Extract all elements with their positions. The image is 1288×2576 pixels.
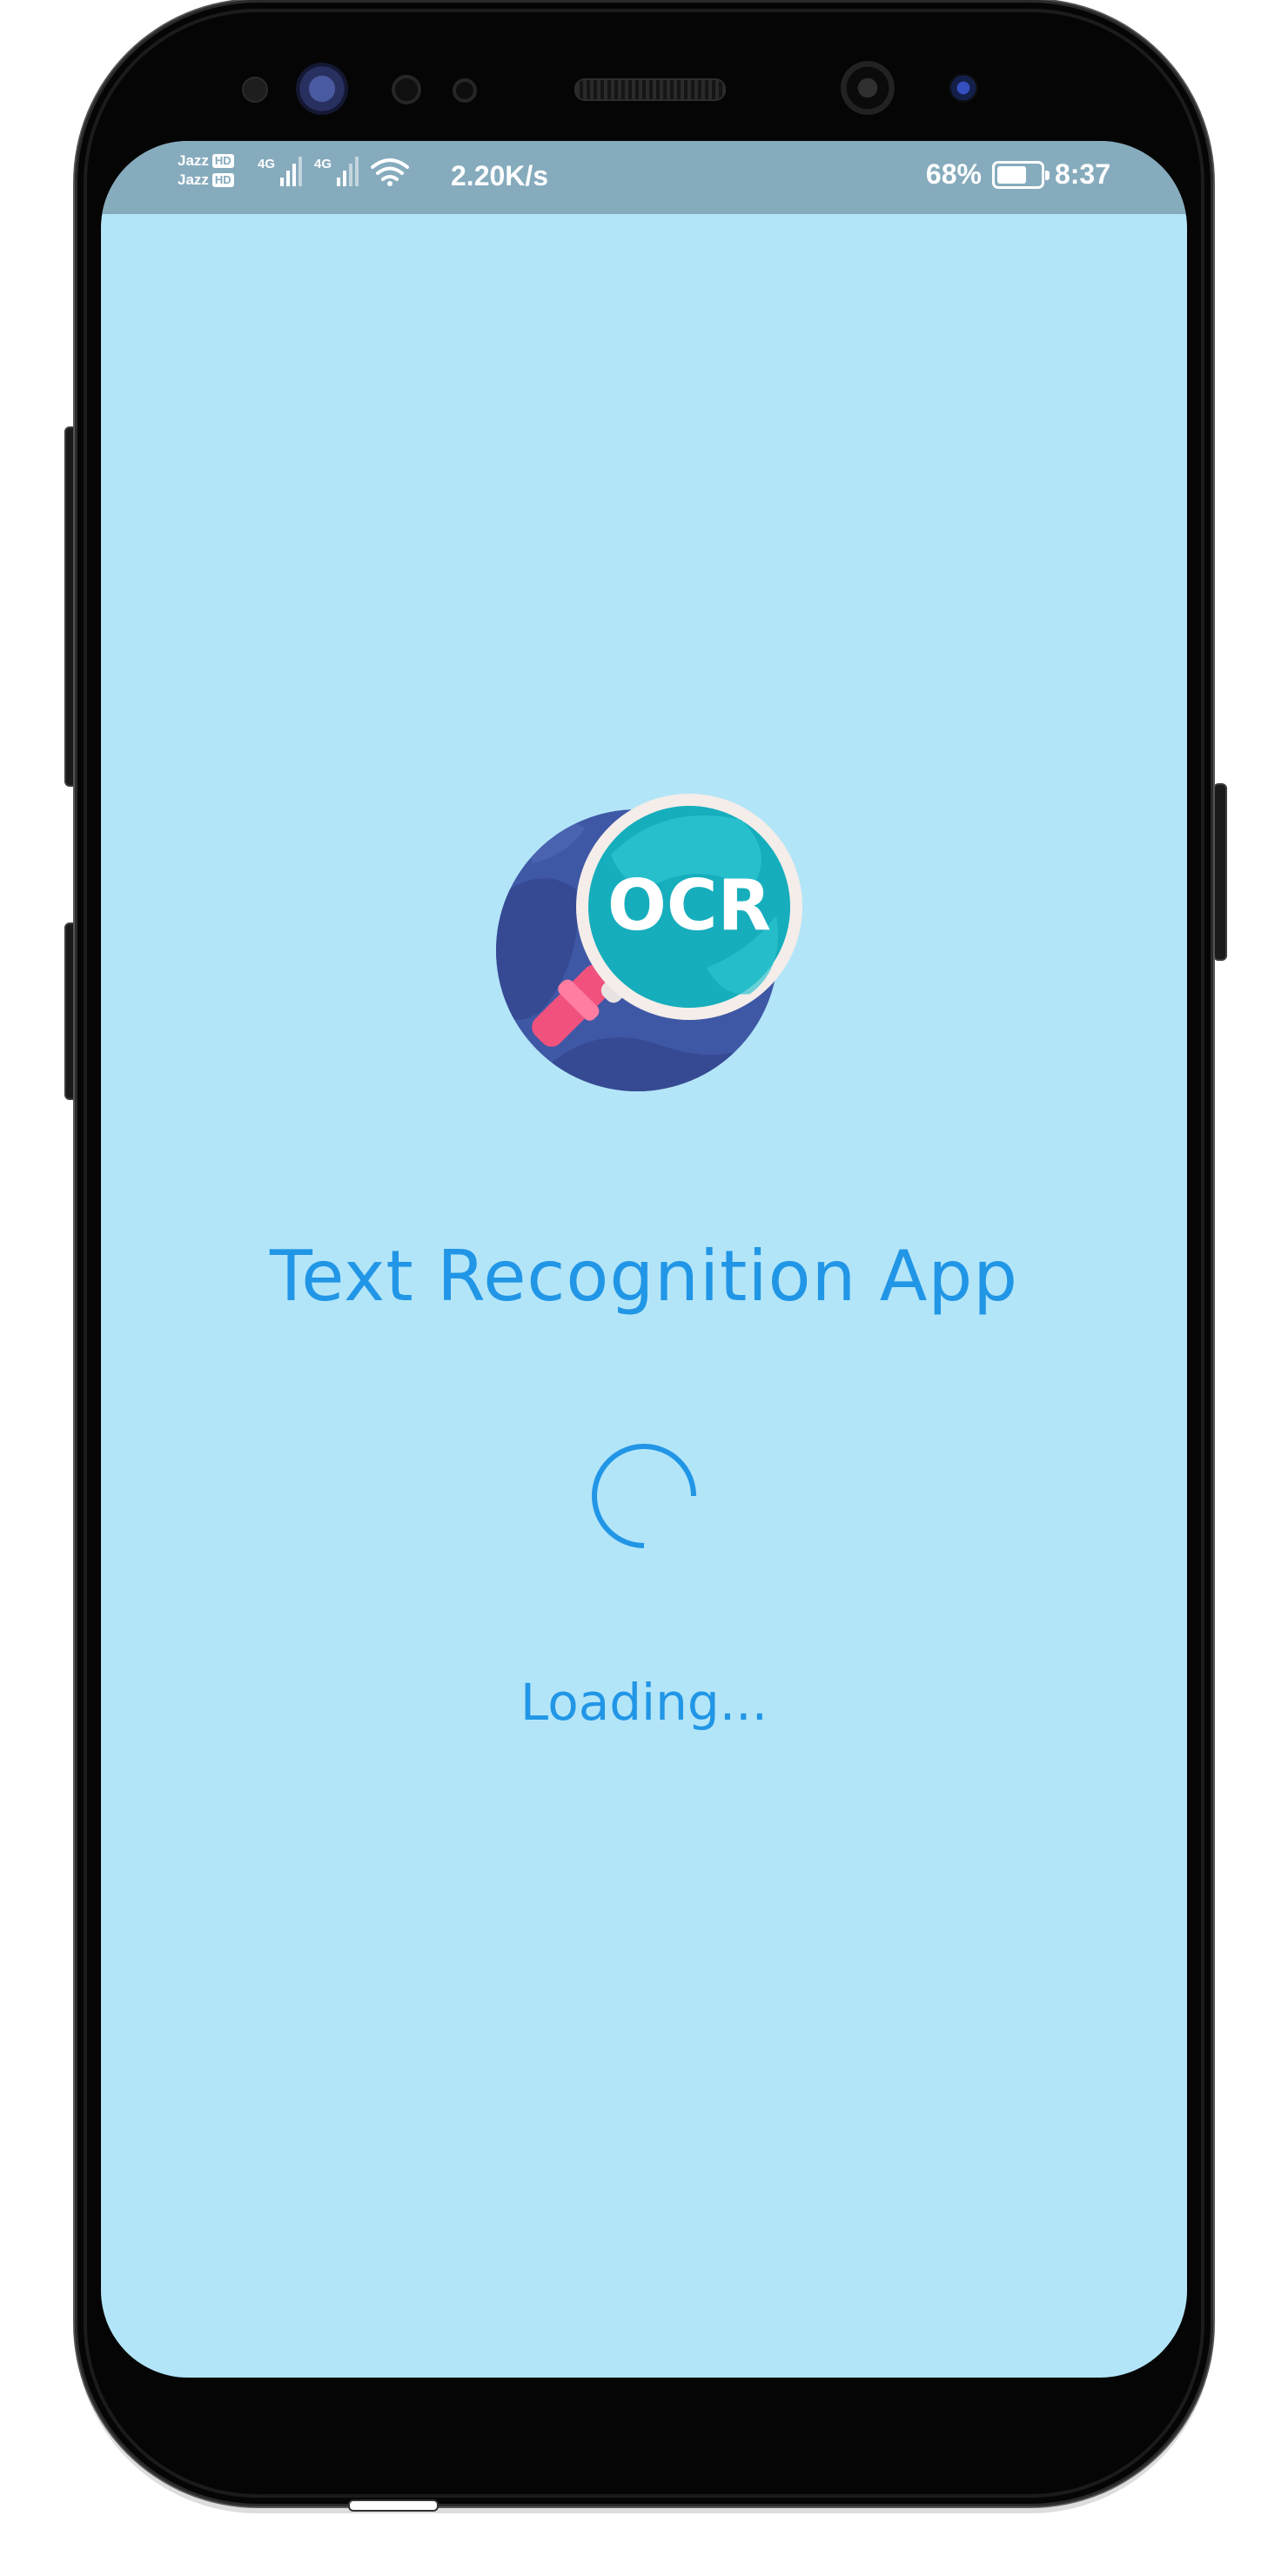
power-button [1213, 783, 1227, 961]
signal-2-icon: 4G [314, 157, 359, 186]
front-lens-icon [949, 73, 978, 103]
battery-icon [991, 160, 1050, 189]
loading-text: Loading... [520, 1673, 768, 1732]
app-screen: Jazz HD Jazz HD 4G 4G 2.20K/s 68% 8:37 O… [101, 141, 1187, 2378]
proximity-sensor-icon [242, 77, 268, 103]
battery-percent: 68% [925, 158, 982, 190]
carrier-labels: Jazz HD Jazz HD [178, 151, 234, 190]
device-frame: Jazz HD Jazz HD 4G 4G 2.20K/s 68% 8:37 O… [0, 0, 1288, 2576]
clock: 8:37 [1054, 158, 1110, 190]
carrier-1-label: Jazz [178, 152, 209, 169]
app-title: Text Recognition App [269, 1236, 1019, 1317]
wifi-icon [371, 158, 410, 186]
iris-scanner-icon [296, 63, 348, 115]
hd-badge: HD [211, 154, 234, 168]
status-bar: Jazz HD Jazz HD 4G 4G 2.20K/s 68% 8:37 [101, 141, 1187, 214]
front-sensor-small-icon [453, 78, 477, 103]
carrier-2-label: Jazz [178, 171, 209, 188]
hd-badge: HD [211, 173, 234, 187]
logo-text: OCR [607, 865, 771, 946]
signal-indicators: 4G 4G [258, 157, 410, 186]
signal-1-icon: 4G [258, 157, 303, 186]
front-sensor-icon [392, 75, 421, 104]
loading-spinner-icon [592, 1444, 696, 1548]
status-right: 68% 8:37 [926, 158, 1110, 191]
bottom-notch [348, 2499, 439, 2512]
network-speed: 2.20K/s [451, 160, 549, 191]
battery-fill [996, 165, 1026, 184]
net-type-1: 4G [258, 157, 276, 171]
net-type-2: 4G [314, 157, 332, 171]
earpiece-speaker [574, 78, 726, 101]
front-camera-icon [841, 61, 895, 115]
ocr-logo-icon: OCR [496, 794, 802, 1091]
